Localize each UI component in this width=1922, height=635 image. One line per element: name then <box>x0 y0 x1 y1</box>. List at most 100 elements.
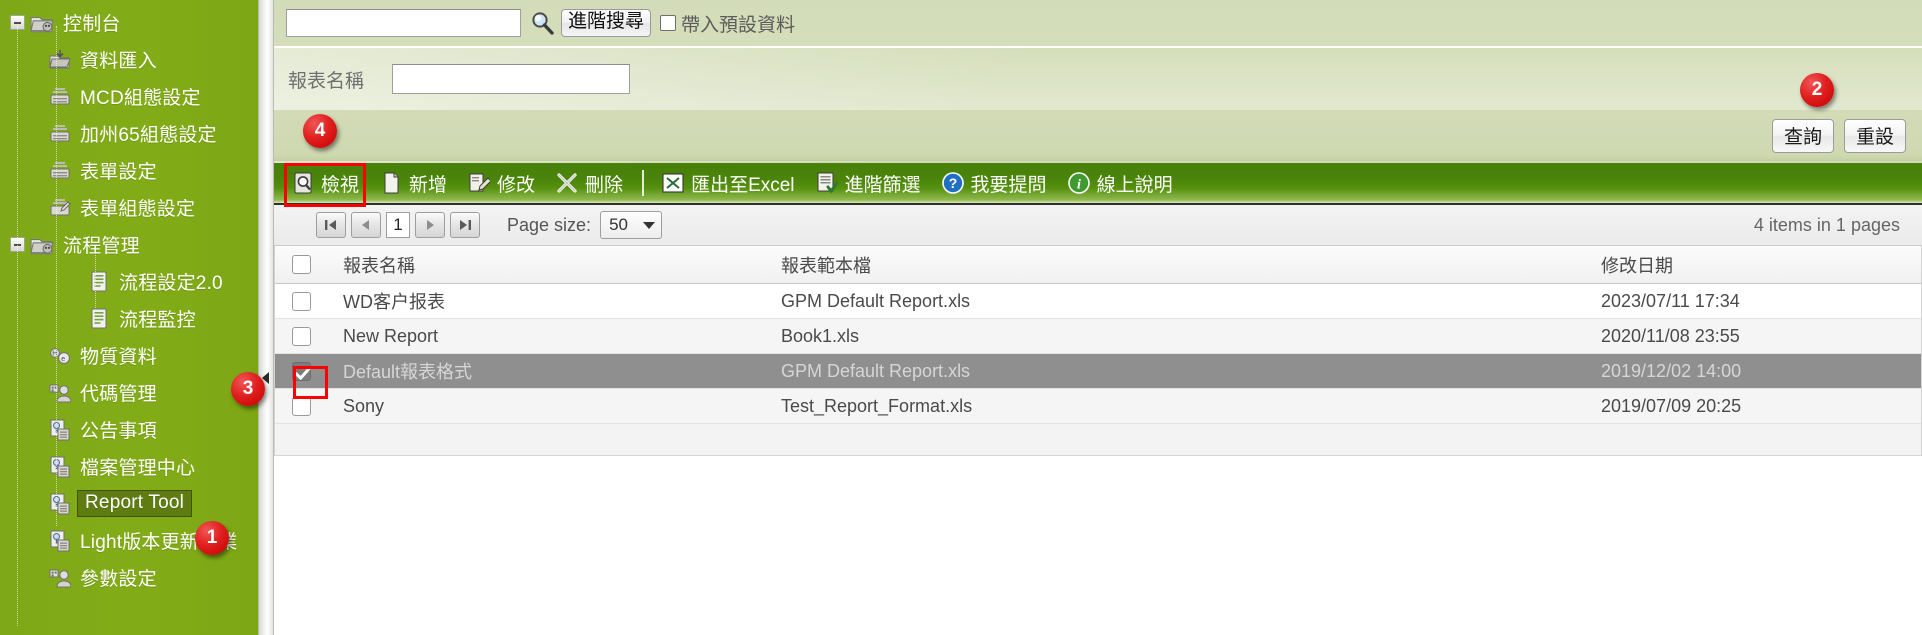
toolbar-item-label: 匯出至Excel <box>691 174 795 196</box>
table-row[interactable]: New Report Book1.xls 2020/11/08 23:55 <box>275 319 1921 354</box>
report-name-input[interactable] <box>392 64 630 94</box>
sidebar-item-6[interactable]: 流程管理 <box>0 226 258 263</box>
current-page-value[interactable]: 1 <box>386 212 410 238</box>
grid-body: WD客户报表 GPM Default Report.xls 2023/07/11 1… <box>275 284 1921 424</box>
search-panel: 進階搜尋 帶入預設資料 報表名稱 查詢 重設 <box>274 0 1922 163</box>
code-icon <box>49 382 71 404</box>
toolbar-item-2[interactable]: 修改 <box>460 166 548 200</box>
molecule-icon: He <box>49 345 71 367</box>
annotation-badge-2: 2 <box>1800 73 1834 107</box>
toolbar-item-label: 刪除 <box>585 174 624 196</box>
toolbar-item-label: 我要提問 <box>970 174 1047 196</box>
cell-report-name: WD客户报表 <box>343 292 445 312</box>
document-icon <box>88 271 110 293</box>
question-icon: ? <box>941 172 964 194</box>
first-page-icon[interactable] <box>316 212 346 238</box>
code-icon <box>49 567 71 589</box>
column-header-template[interactable]: 報表範本檔 <box>777 252 1595 278</box>
sidebar-item-label: 公告事項 <box>80 421 157 442</box>
grid-header-row: 報表名稱 報表範本檔 修改日期 <box>275 246 1921 284</box>
application-window: 控制台資料匯入 MCD組態設定加州65組態設定 表單設定 表單組態設定流程管理流程設定… <box>0 0 1922 635</box>
form-config-icon <box>49 197 71 219</box>
toolbar-item-1[interactable]: 新增 <box>372 166 460 200</box>
cell-report-name: New Report <box>343 325 439 346</box>
default-data-checkbox[interactable] <box>660 15 677 31</box>
sidebar-item-11[interactable]: 公告事項 <box>0 411 258 448</box>
sidebar-item-label: Report Tool <box>77 490 193 517</box>
sidebar-item-15[interactable]: 參數設定 <box>0 559 258 596</box>
select-all-cell[interactable] <box>275 255 327 274</box>
sidebar-item-label: 檔案管理中心 <box>80 458 196 479</box>
row-checkbox[interactable] <box>291 326 311 346</box>
svg-text:i: i <box>1077 178 1081 193</box>
toolbar-item-6[interactable]: ? 我要提問 <box>934 166 1060 200</box>
page-key-icon <box>49 456 71 478</box>
sidebar-item-label: 流程監控 <box>119 310 196 331</box>
config-icon <box>49 86 71 108</box>
query-button[interactable]: 查詢 <box>1772 118 1834 153</box>
cell-modified-date: 2019/07/09 20:25 <box>1601 395 1742 416</box>
page-size-select[interactable]: 50 <box>600 211 663 239</box>
sidebar-item-7[interactable]: 流程設定2.0 <box>0 263 258 300</box>
sidebar-item-0[interactable]: 控制台 <box>0 4 258 41</box>
sidebar-item-4[interactable]: 表單設定 <box>0 152 258 189</box>
excel-icon <box>662 172 684 194</box>
search-input[interactable] <box>286 9 521 37</box>
row-select-cell[interactable] <box>275 361 327 381</box>
svg-text:?: ? <box>948 175 957 191</box>
row-select-cell[interactable] <box>275 396 327 416</box>
sidebar-item-label: 流程管理 <box>63 236 140 257</box>
sidebar-item-13[interactable]: Report Tool <box>0 485 258 522</box>
row-checkbox[interactable] <box>291 396 311 416</box>
row-checkbox[interactable] <box>291 361 311 381</box>
sidebar-item-9[interactable]: He 物質資料 <box>0 337 258 374</box>
delete-icon <box>556 172 578 194</box>
grid-pager: 1 Page size: 50 4 items in 1 pages <box>274 205 1922 246</box>
search-icon[interactable] <box>529 10 555 36</box>
table-row[interactable]: Sony Test_Report_Format.xls 2019/07/09 20:… <box>275 389 1921 424</box>
sidebar-item-3[interactable]: 加州65組態設定 <box>0 115 258 152</box>
table-row[interactable]: WD客户报表 GPM Default Report.xls 2023/07/11 1… <box>275 284 1921 319</box>
sidebar-item-10[interactable]: 代碼管理 <box>0 374 258 411</box>
toolbar-item-0[interactable]: 檢視 <box>284 166 372 200</box>
quick-search-row: 進階搜尋 帶入預設資料 <box>274 0 1922 48</box>
select-all-checkbox[interactable] <box>291 255 311 274</box>
row-select-cell[interactable] <box>275 291 327 311</box>
toolbar-item-3[interactable]: 刪除 <box>548 166 636 200</box>
column-header-modified[interactable]: 修改日期 <box>1595 252 1921 278</box>
sidebar-item-5[interactable]: 表單組態設定 <box>0 189 258 226</box>
sidebar-item-label: MCD組態設定 <box>80 88 201 109</box>
prev-page-icon[interactable] <box>351 212 381 238</box>
sidebar-item-1[interactable]: 資料匯入 <box>0 41 258 78</box>
toolbar-item-5[interactable]: 進階篩選 <box>808 166 934 200</box>
sidebar-item-label: 參數設定 <box>80 569 157 590</box>
item-count-text: 4 items in 1 pages <box>1753 214 1900 235</box>
reset-button[interactable]: 重設 <box>1844 118 1906 153</box>
table-row[interactable]: Default報表格式 GPM Default Report.xls 2019/12… <box>275 354 1921 389</box>
sidebar-item-2[interactable]: MCD組態設定 <box>0 78 258 115</box>
report-grid: 報表名稱 報表範本檔 修改日期 WD客户报表 GPM Default Report… <box>274 246 1922 456</box>
sidebar-item-12[interactable]: 檔案管理中心 <box>0 448 258 485</box>
grid-footer <box>275 424 1921 456</box>
toolbar-item-label: 檢視 <box>321 174 360 196</box>
import-icon <box>49 49 71 71</box>
last-page-icon[interactable] <box>450 212 480 238</box>
toolbar-item-label: 線上說明 <box>1096 174 1173 196</box>
row-checkbox[interactable] <box>291 291 311 311</box>
action-toolbar: 檢視 新增 修改 刪除 匯出至Excel 進階篩選? 我要提問 i 線上說明 <box>274 163 1922 205</box>
advanced-search-button[interactable]: 進階搜尋 <box>561 8 652 38</box>
column-header-name[interactable]: 報表名稱 <box>327 252 777 278</box>
toolbar-item-label: 修改 <box>497 174 536 196</box>
page-size-label: Page size: <box>507 214 592 235</box>
toolbar-item-label: 新增 <box>409 174 448 196</box>
sidebar-splitter[interactable] <box>258 0 274 635</box>
toolbar-item-7[interactable]: i 線上說明 <box>1060 166 1186 200</box>
toolbar-separator <box>642 170 645 196</box>
page-key-icon <box>49 493 71 515</box>
sidebar-item-label: 資料匯入 <box>80 51 157 72</box>
cell-modified-date: 2019/12/02 14:00 <box>1601 360 1742 381</box>
toolbar-item-4[interactable]: 匯出至Excel <box>654 166 807 200</box>
sidebar-item-8[interactable]: 流程監控 <box>0 300 258 337</box>
row-select-cell[interactable] <box>275 326 327 346</box>
next-page-icon[interactable] <box>415 212 445 238</box>
